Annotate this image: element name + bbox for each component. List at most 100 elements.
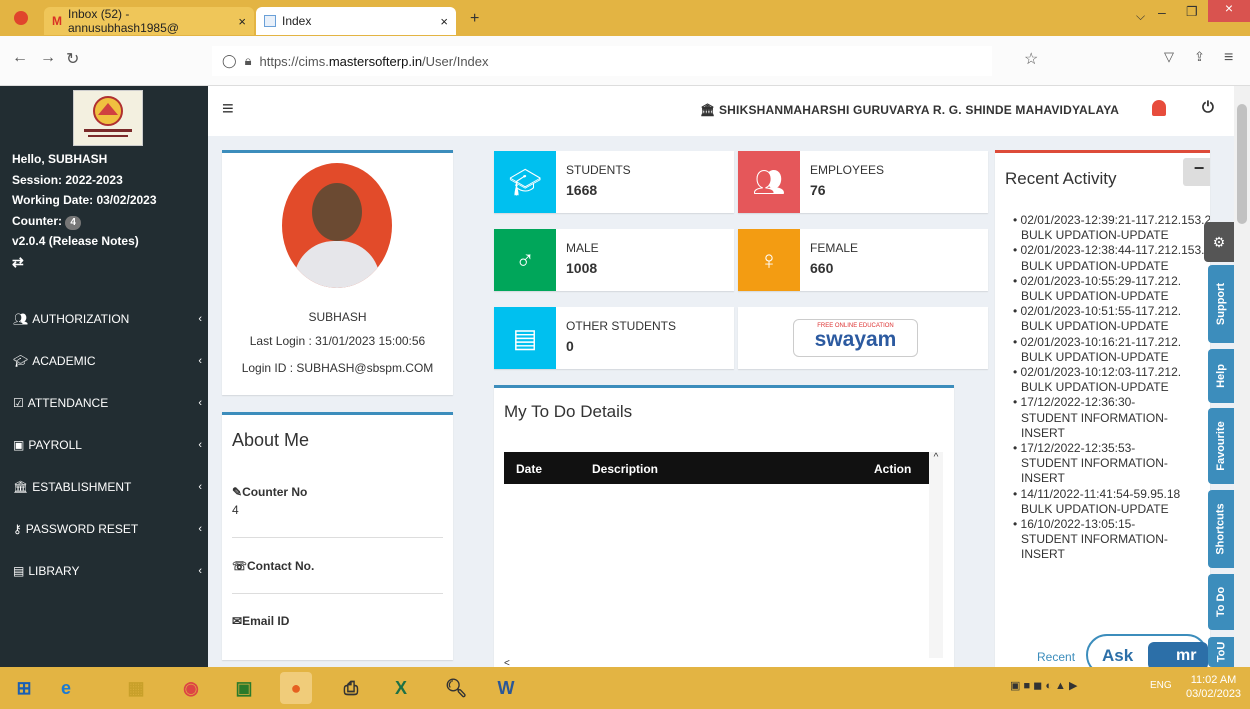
tab-help[interactable]: Help (1208, 349, 1234, 403)
sidebar: Hello, SUBHASH Session: 2022-2023 Workin… (0, 86, 208, 667)
col-description[interactable]: Description (592, 462, 658, 476)
working-date: Working Date: 03/02/2023 (12, 193, 157, 207)
back-icon[interactable]: ← (12, 49, 28, 67)
switch-icon[interactable]: ⇄ (12, 252, 157, 273)
male-box[interactable]: ♂ MALE 1008 (494, 229, 734, 291)
sidebar-item-label: AUTHORIZATION (32, 312, 130, 326)
forward-icon[interactable]: → (40, 49, 56, 67)
activity-item: BULK UPDATION-UPDATE (1021, 289, 1169, 304)
system-tray-icons[interactable]: ▣ ■ ◼ ◐ ▲ ▶ (1010, 679, 1130, 695)
sidebar-item-label: ATTENDANCE (27, 396, 109, 410)
tab-index[interactable]: Index × (256, 7, 456, 35)
chevron-left-icon: ‹ (198, 481, 202, 493)
about-title: About Me (232, 430, 310, 450)
swayam-text: swayam (814, 328, 897, 351)
sidebar-item-label: PAYROLL (28, 438, 82, 452)
tab-shortcuts[interactable]: Shortcuts (1208, 490, 1234, 568)
chevron-down-icon[interactable]: ⌵ (1136, 9, 1145, 24)
language-indicator[interactable]: ENG (1150, 680, 1172, 691)
todo-scrollbar[interactable]: ^ (929, 452, 943, 658)
sidebar-item-password-reset[interactable]: ⚷ PASSWORD RESET ‹ (0, 508, 208, 550)
menu-icon[interactable]: ≡ (1224, 49, 1233, 67)
top-header: ≡ 🏛︎ SHIKSHANMAHARSHI GURUVARYA R. G. SH… (208, 86, 1234, 136)
star-icon[interactable]: ☆ (1024, 49, 1038, 69)
chat-brand-label: mr (1176, 647, 1197, 664)
tab-favourite[interactable]: Favourite (1208, 408, 1234, 484)
file-explorer-icon[interactable]: ▦ (120, 672, 152, 704)
recent-link[interactable]: Recent (1037, 650, 1075, 664)
female-count: 660 (810, 260, 834, 276)
other-students-box[interactable]: ▤ OTHER STUDENTS 0 (494, 307, 734, 369)
activity-item: • 02/01/2023-12:39:21-117.212.153.2 (1013, 213, 1210, 227)
gear-icon[interactable]: ⚙ (1204, 222, 1234, 262)
chevron-left-icon: ‹ (198, 523, 202, 535)
sidebar-item-academic[interactable]: 🎓︎ ACADEMIC ‹ (0, 340, 208, 382)
activity-item: STUDENT INFORMATION- (1021, 532, 1168, 547)
excel-icon[interactable]: X (385, 672, 417, 704)
check-square-icon: ☑ (13, 396, 24, 410)
swayam-box[interactable]: FREE ONLINE EDUCATION swayam (738, 307, 988, 369)
share-icon[interactable]: ⇪ (1194, 49, 1205, 65)
swayam-logo[interactable]: FREE ONLINE EDUCATION swayam (793, 319, 918, 357)
tab-tou[interactable]: ToU (1208, 637, 1234, 667)
sidebar-item-attendance[interactable]: ☑ ATTENDANCE ‹ (0, 382, 208, 424)
restore-icon[interactable]: ❐ (1186, 4, 1198, 20)
pocket-icon[interactable]: ▽ (1164, 49, 1174, 65)
magnifier-icon[interactable]: 🔍︎ (440, 672, 472, 704)
windows-start-icon[interactable]: ⊞ (8, 672, 40, 704)
col-action[interactable]: Action (874, 462, 911, 476)
minimize-icon[interactable]: – (1158, 4, 1166, 20)
employees-count: 76 (810, 182, 826, 198)
word-icon[interactable]: W (490, 672, 522, 704)
release-notes-link[interactable]: v2.0.4 (Release Notes) (12, 231, 157, 252)
hamburger-icon[interactable]: ≡ (222, 98, 234, 121)
tab-favourite-label: Favourite (1215, 421, 1228, 471)
college-logo (73, 90, 143, 146)
avatar (282, 163, 392, 288)
email-label: Email ID (242, 614, 290, 628)
todo-title: My To Do Details (504, 402, 633, 421)
sidebar-item-library[interactable]: ▤ LIBRARY ‹ (0, 550, 208, 592)
firefox-taskbar-icon[interactable]: ● (280, 672, 312, 704)
close-icon[interactable]: × (440, 14, 448, 29)
close-icon[interactable]: × (238, 14, 246, 29)
sidebar-item-payroll[interactable]: ▣ PAYROLL ‹ (0, 424, 208, 466)
students-box[interactable]: 🎓︎ STUDENTS 1668 (494, 151, 734, 213)
clock[interactable]: 11:02 AM 03/02/2023 (1186, 673, 1241, 701)
activity-item: BULK UPDATION-UPDATE (1021, 349, 1169, 364)
tab-inbox[interactable]: M Inbox (52) - annusubhash1985@ × (44, 7, 254, 35)
male-count: 1008 (566, 260, 598, 276)
close-window-icon[interactable]: × (1208, 0, 1250, 22)
counter-no-label: Counter No (242, 485, 308, 499)
tab-inbox-label: Inbox (52) - annusubhash1985@ (68, 7, 179, 35)
activity-item: • 17/12/2022-12:36:30- (1013, 395, 1136, 410)
tab-index-label: Index (282, 14, 312, 28)
col-date[interactable]: Date (516, 462, 542, 476)
female-label: FEMALE (810, 241, 859, 255)
chrome-icon[interactable]: ◉ (175, 672, 207, 704)
printer-icon[interactable]: ⎙ (335, 672, 367, 704)
page-scrollbar[interactable] (1234, 86, 1250, 667)
firefox-icon[interactable] (14, 11, 28, 25)
reload-icon[interactable]: ↻ (66, 49, 79, 69)
sidebar-item-authorization[interactable]: 👥︎ AUTHORIZATION ‹ (0, 298, 208, 340)
tab-support[interactable]: Support (1208, 265, 1234, 343)
collapse-button[interactable]: − (1183, 158, 1210, 186)
bell-icon[interactable] (1152, 100, 1166, 116)
book-icon: ▤ (13, 564, 25, 578)
url-domain: mastersofterp.in (328, 53, 423, 69)
url-prefix: https://cims. (259, 53, 329, 69)
employees-box[interactable]: 👥︎ EMPLOYEES 76 (738, 151, 988, 213)
sidebar-item-establishment[interactable]: 🏛︎ ESTABLISHMENT ‹ (0, 466, 208, 508)
activity-item: BULK UPDATION-UPDATE (1021, 501, 1169, 516)
users-icon: 👥︎ (13, 312, 29, 326)
sidebar-item-label: PASSWORD RESET (25, 522, 139, 536)
female-box[interactable]: ♀ FEMALE 660 (738, 229, 988, 291)
store-icon[interactable]: ▣ (228, 672, 260, 704)
ie-icon[interactable]: e (50, 672, 82, 704)
power-icon[interactable]: ⏻ (1202, 99, 1214, 116)
new-tab-icon[interactable]: + (470, 10, 479, 28)
tab-todo[interactable]: To Do (1208, 574, 1234, 630)
url-field[interactable]: ◯ 🔒︎ https://cims.mastersofterp.in/User/… (212, 46, 992, 76)
activity-item: • 02/01/2023-10:12:03-117.212. (1013, 365, 1182, 380)
